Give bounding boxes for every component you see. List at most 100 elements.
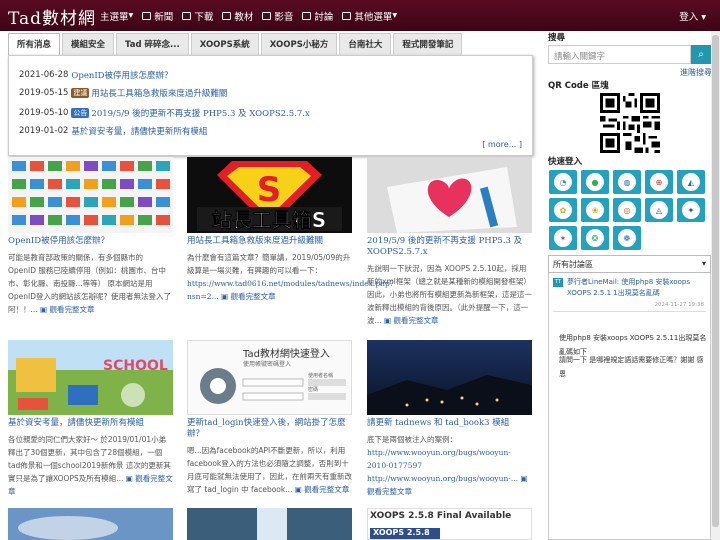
card-title[interactable]: OpenID被停用該怎麼辦？ <box>8 236 173 247</box>
card-description: 可能是教育部政策的關係，有多個縣市的 OpenID 服務已陸續停用（例如：桃園市… <box>8 253 172 314</box>
provider-logo-icon: ◬ <box>650 201 668 219</box>
top-navbar: Tad數材網 主選單 ▾ 新聞 下載 教材 影音 討論 其他選單 ▾ 登入 ▾ <box>0 0 720 31</box>
tab-all-news[interactable]: 所有消息 <box>8 33 61 55</box>
provider-logo-icon: ✦ <box>682 201 700 219</box>
site-logo[interactable]: Tad數材網 <box>8 4 96 29</box>
card-description: 先說明一下狀況，因為 XOOPS 2.5.10起，採用新的xml框架（總之就是某… <box>367 264 532 325</box>
card-description: 各位親愛的同仁們大家好～ 於2019/01/01小弟釋出了30個更新，其中包含了… <box>8 435 173 496</box>
login-provider-button[interactable]: ❂ <box>581 226 609 250</box>
card-thumbnail[interactable] <box>367 340 532 415</box>
more-news-link[interactable]: [ more... ] <box>482 140 522 149</box>
forum-feed: TT 夢行者LineMail: 使用php8 安裝xoops XOOPS 2.5… <box>548 273 711 540</box>
card-title[interactable]: 更新tad_login快速登入後，網站掛了怎麼辦？ <box>187 418 352 440</box>
provider-logo-icon: ◎ <box>618 201 636 219</box>
nav-video[interactable]: 影音 <box>262 9 293 23</box>
news-card: OpenID被停用該怎麼辦？ 可能是教育部政策的關係，有多個縣市的 OpenID… <box>8 157 173 316</box>
read-more-link[interactable]: ▣ 觀看完整文章 <box>292 485 349 494</box>
page-scrollbar[interactable] <box>711 31 720 540</box>
card-url-link[interactable]: http://www.wooyun.org/bugs/wooyun-... <box>367 474 518 483</box>
svg-text:站長工具箱S: 站長工具箱S <box>212 208 326 232</box>
provider-logo-icon: ✿ <box>554 201 572 219</box>
search-input[interactable]: 請輸入關鍵字 <box>548 45 691 64</box>
openid-logo-grid-image <box>12 161 170 225</box>
card-thumbnail[interactable] <box>367 157 532 233</box>
news-link[interactable]: OpenID被停用該怎麼辦？ <box>71 69 172 81</box>
list-item: 2019-01-02 基於資安考量，請儘快更新所有模組 <box>19 125 208 137</box>
nav-download[interactable]: 下載 <box>182 9 213 23</box>
tab-tainan-college[interactable]: 台南社大 <box>339 33 392 55</box>
card-title[interactable]: 基於資安考量，請儘快更新所有模組 <box>8 418 173 429</box>
read-more-link[interactable]: ▣ 觀看完整文章 <box>382 316 438 325</box>
login-provider-button[interactable]: ⊕ <box>645 170 673 194</box>
tab-tad-blog[interactable]: Tad 碎碎念... <box>116 33 189 55</box>
provider-logo-icon: ◍ <box>618 173 636 191</box>
news-link[interactable]: 2019/5/9 後的更新不再支援 PHP5.3 及 XOOPS2.5.7.x <box>91 107 309 119</box>
news-link[interactable]: 基於資安考量，請儘快更新所有模組 <box>71 125 207 137</box>
news-link[interactable]: 用站長工具箱急救版來度過升級難關 <box>91 87 227 99</box>
card-description: 為什麼會有這篇文章？簡單講，2019/05/09的升級算是一場災難，有興趣的可以… <box>187 253 394 301</box>
login-provider-button[interactable]: ◬ <box>645 198 673 222</box>
news-card: 請更新 tadnews 和 tad_book3 模組 底下是兩個被注入的案例： h… <box>367 340 532 498</box>
list-item: 2021-06-28 OpenID被停用該怎麼辦？ <box>19 69 173 81</box>
login-provider-button[interactable]: ◔ <box>549 170 577 194</box>
nav-forum[interactable]: 討論 <box>302 9 333 23</box>
list-item: 2019-05-15 建議 用站長工具箱急救版來度過升級難關 <box>19 87 228 99</box>
main-nav: 主選單 ▾ 新聞 下載 教材 影音 討論 其他選單 ▾ <box>100 0 406 31</box>
scrollbar-thumb[interactable] <box>712 35 719 527</box>
login-provider-button[interactable]: ❁ <box>613 226 641 250</box>
tab-module-security[interactable]: 模組安全 <box>62 33 115 55</box>
login-provider-button[interactable]: ◍ <box>613 170 641 194</box>
login-provider-button[interactable]: ❀ <box>581 198 609 222</box>
login-provider-button[interactable]: ✶ <box>549 226 577 250</box>
news-list: 2021-06-28 OpenID被停用該怎麼辦？ 2019-05-15 建議 … <box>8 55 533 156</box>
tab-dev-notes[interactable]: 程式開發筆記 <box>393 33 463 55</box>
quick-login-heading: 快速登入 <box>548 157 583 167</box>
nav-other-menu[interactable]: 其他選單 ▾ <box>342 9 397 23</box>
login-provider-button[interactable]: ● <box>581 170 609 194</box>
card-thumbnail[interactable]: XOOPS 2.5.8 Final Available XOOPS 2.5.8 <box>367 508 532 540</box>
chevron-down-icon: ▾ <box>701 259 706 268</box>
news-card: SCHOOL 基於資安考量，請儘快更新所有模組 各位親愛的同仁們大家好～ 於20… <box>8 340 173 498</box>
book-icon <box>222 11 232 20</box>
card-url-link[interactable]: http://www.wooyun.org/bugs/wooyun-2010-0… <box>367 448 511 470</box>
login-dropdown[interactable]: 登入 ▾ <box>679 9 706 23</box>
login-provider-button[interactable]: ✿ <box>549 198 577 222</box>
card-thumbnail[interactable] <box>187 508 352 540</box>
tab-xoops-system[interactable]: XOOPS系統 <box>190 33 259 55</box>
card-description: 嗯...因為facebook的API不斷更新，所以，利用facebook登入的方… <box>187 446 352 494</box>
login-provider-button[interactable]: ◎ <box>613 198 641 222</box>
waterfall-image <box>187 508 352 540</box>
card-thumbnail[interactable] <box>8 157 173 233</box>
card-title[interactable]: 用站長工具箱急救版來度過升級難關 <box>187 236 352 247</box>
nav-main-menu[interactable]: 主選單 ▾ <box>100 9 133 23</box>
school-theme-image: SCHOOL <box>8 340 173 415</box>
advanced-search-link[interactable]: 進階搜尋 <box>680 67 712 78</box>
svg-text:SCHOOL: SCHOOL <box>103 358 168 374</box>
card-thumbnail[interactable] <box>8 508 173 540</box>
tab-xoops-tips[interactable]: XOOPS小秘方 <box>260 33 338 55</box>
search-heading: 搜尋 <box>548 33 566 43</box>
xoops-post-title: XOOPS 2.5.8 Final Available <box>370 511 512 521</box>
forum-select[interactable]: 所有討論區 ▾ <box>548 255 711 273</box>
search-button[interactable]: ⌕ <box>691 45 711 64</box>
login-screenshot-sub: 使用帳號密碼登入 <box>243 361 292 368</box>
card-thumbnail[interactable]: Tad教材網快速登入 使用帳號密碼登入 使用者名稱 密碼 <box>187 340 352 415</box>
card-thumbnail[interactable]: S 站長工具箱S <box>187 157 352 233</box>
login-provider-button[interactable]: ✦ <box>677 198 705 222</box>
feed-post-body: 請問一下 是哪裡規定語話需要修正嗎？謝謝 感恩 <box>559 356 704 378</box>
card-thumbnail[interactable]: SCHOOL <box>8 340 173 415</box>
login-provider-button[interactable]: ◭ <box>677 170 705 194</box>
login-screenshot-label: 使用者名稱 <box>308 373 334 379</box>
provider-logo-icon: ⊕ <box>650 173 668 191</box>
svg-text:S: S <box>257 170 282 210</box>
nav-news[interactable]: 新聞 <box>142 9 173 23</box>
provider-logo-icon: ❀ <box>586 201 604 219</box>
read-more-link[interactable]: ▣ 觀看完整文章 <box>219 292 275 301</box>
list-item: 2019-05-10 公告 2019/5/9 後的更新不再支援 PHP5.3 及… <box>19 107 310 119</box>
nav-book[interactable]: 教材 <box>222 9 253 23</box>
card-title[interactable]: 請更新 tadnews 和 tad_book3 模組 <box>367 418 532 429</box>
search-icon: ⌕ <box>698 49 704 60</box>
card-title[interactable]: 2019/5/9 後的更新不再支援 PHP5.3 及 XOOPS2.5.7.x <box>367 236 532 258</box>
read-more-link[interactable]: ▣ 觀看完整文章 <box>38 305 94 314</box>
feed-post-link[interactable]: 夢行者LineMail: 使用php8 安裝xoops XOOPS 2.5.1 … <box>567 277 707 299</box>
